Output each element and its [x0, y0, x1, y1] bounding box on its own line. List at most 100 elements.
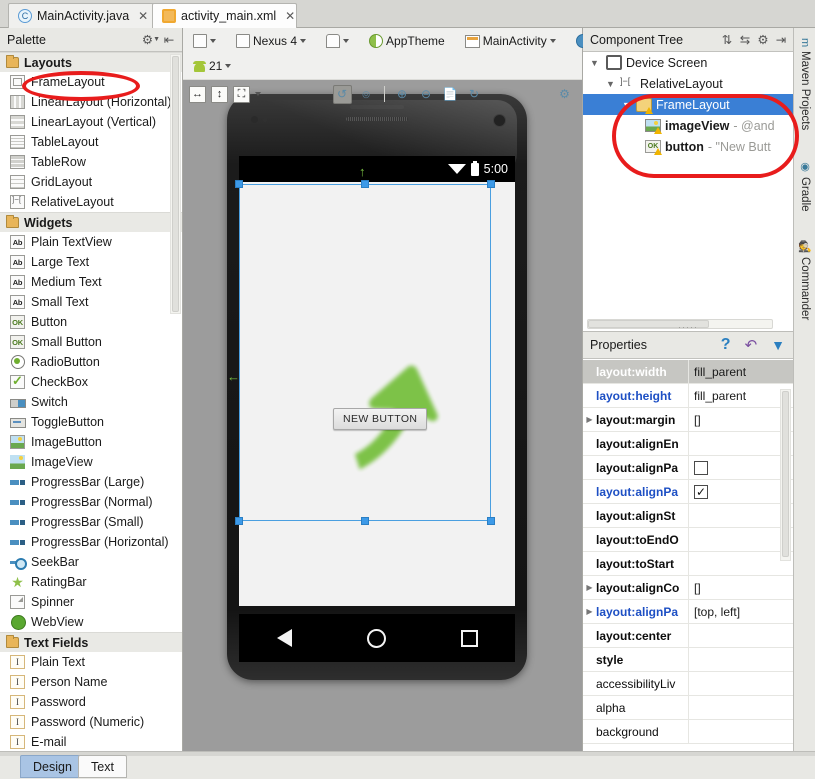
panel-resize-grip[interactable]: ·····	[678, 322, 698, 332]
property-value[interactable]	[688, 456, 793, 479]
zoom-actual-size-icon[interactable]: ◎	[357, 85, 376, 104]
tool-tab-gradle[interactable]: ◉ Gradle	[794, 156, 815, 228]
property-row[interactable]: ▶ layout:margin []	[583, 408, 793, 432]
orientation-button[interactable]	[322, 33, 353, 49]
palette-item-linearlayout-vertical[interactable]: LinearLayout (Vertical)	[0, 112, 182, 132]
property-value[interactable]	[688, 528, 793, 551]
palette-item-person-name[interactable]: I Person Name	[0, 672, 182, 692]
device-config-button[interactable]	[189, 33, 220, 49]
expand-icon[interactable]: ▶	[583, 607, 596, 616]
chevron-down-icon[interactable]: ▼	[605, 79, 616, 89]
palette-item-medium-text[interactable]: Ab Medium Text	[0, 272, 182, 292]
chevron-down-icon[interactable]: ▼	[621, 100, 632, 110]
property-value[interactable]: fill_parent	[688, 360, 793, 383]
property-value[interactable]	[688, 624, 793, 647]
palette-item-button[interactable]: OK Button	[0, 312, 182, 332]
palette-item-plain-text[interactable]: I Plain Text	[0, 652, 182, 672]
palette-item-tablelayout[interactable]: TableLayout	[0, 132, 182, 152]
theme-selector-button[interactable]: AppTheme	[365, 33, 449, 49]
palette-item-seekbar[interactable]: SeekBar	[0, 552, 182, 572]
property-row[interactable]: alpha	[583, 696, 793, 720]
expand-all-icon[interactable]: ⇅	[718, 31, 736, 49]
editor-tab-activity-main-xml[interactable]: activity_main.xml ✕	[152, 3, 297, 28]
palette-item-relativelayout[interactable]: RelativeLayout	[0, 192, 182, 212]
property-row[interactable]: layout:height fill_parent	[583, 384, 793, 408]
property-value[interactable]: []	[688, 576, 793, 599]
api-level-button[interactable]: 21	[189, 58, 235, 74]
palette-item-switch[interactable]: Switch	[0, 392, 182, 412]
checkbox-unchecked-icon[interactable]	[694, 460, 708, 475]
chevron-down-icon[interactable]: ▼	[589, 58, 600, 68]
property-row[interactable]: ▶ layout:alignPa [top, left]	[583, 600, 793, 624]
property-row[interactable]: ▶ layout:alignCo []	[583, 576, 793, 600]
palette-item-linearlayout-horizontal[interactable]: LinearLayout (Horizontal)	[0, 92, 182, 112]
palette-item-tablerow[interactable]: TableRow	[0, 152, 182, 172]
tool-tab-maven-projects[interactable]: m Maven Projects	[794, 34, 815, 146]
palette-item-plain-textview[interactable]: Ab Plain TextView	[0, 232, 182, 252]
tree-node-device-screen[interactable]: ▼ Device Screen	[583, 52, 793, 73]
resize-handle-bottom-right[interactable]	[487, 517, 495, 525]
property-row[interactable]: layout:alignSt	[583, 504, 793, 528]
property-value[interactable]	[688, 504, 793, 527]
resize-handle-bottom-center[interactable]	[361, 517, 369, 525]
palette-item-large-text[interactable]: Ab Large Text	[0, 252, 182, 272]
property-value[interactable]: ✓	[688, 480, 793, 503]
refresh-render-icon[interactable]: ↺	[332, 84, 352, 104]
gear-icon[interactable]: ⚙ ▼	[142, 31, 160, 49]
back-nav-icon[interactable]	[276, 629, 292, 647]
property-value[interactable]	[688, 696, 793, 719]
property-value[interactable]	[688, 672, 793, 695]
property-row[interactable]: layout:toStart	[583, 552, 793, 576]
property-value[interactable]	[688, 432, 793, 455]
property-row[interactable]: layout:center	[583, 624, 793, 648]
palette-item-password[interactable]: I Password	[0, 692, 182, 712]
property-row[interactable]: layout:alignPa ✓	[583, 480, 793, 504]
recents-nav-icon[interactable]	[460, 629, 478, 647]
properties-table[interactable]: layout:width fill_parent layout:height f…	[583, 360, 793, 751]
document-icon[interactable]: 📄	[441, 85, 460, 104]
palette-item-radiobutton[interactable]: RadioButton	[0, 352, 182, 372]
palette-item-small-button[interactable]: OK Small Button	[0, 332, 182, 352]
palette-item-ratingbar[interactable]: ★ RatingBar	[0, 572, 182, 592]
tab-text[interactable]: Text	[78, 755, 127, 778]
palette-item-webview[interactable]: WebView	[0, 612, 182, 632]
palette-group-widgets[interactable]: Widgets	[0, 212, 182, 232]
property-row[interactable]: layout:toEndO	[583, 528, 793, 552]
property-row[interactable]: layout:alignPa	[583, 456, 793, 480]
palette-item-spinner[interactable]: Spinner	[0, 592, 182, 612]
palette-list[interactable]: Layouts FrameLayout LinearLayout (Horizo…	[0, 52, 182, 751]
palette-item-progressbar-horizontal[interactable]: ProgressBar (Horizontal)	[0, 532, 182, 552]
palette-item-framelayout[interactable]: FrameLayout	[0, 72, 182, 92]
property-value[interactable]: [top, left]	[688, 600, 793, 623]
palette-item-progressbar-small[interactable]: ProgressBar (Small)	[0, 512, 182, 532]
resize-handle-top-center[interactable]	[361, 180, 369, 188]
home-nav-icon[interactable]	[366, 628, 386, 648]
tree-node-button[interactable]: OK button - "New Butt	[583, 136, 793, 157]
activity-selector-button[interactable]: MainActivity	[461, 33, 560, 49]
property-value[interactable]: fill_parent	[688, 384, 793, 407]
property-row[interactable]: accessibilityLiv	[583, 672, 793, 696]
gear-icon[interactable]: ⚙	[754, 31, 772, 49]
property-row[interactable]: layout:width fill_parent	[583, 360, 793, 384]
palette-scrollbar[interactable]	[170, 54, 181, 314]
palette-item-small-text[interactable]: Ab Small Text	[0, 292, 182, 312]
close-icon[interactable]: ✕	[285, 9, 295, 23]
property-value[interactable]	[688, 720, 793, 743]
fit-width-icon[interactable]: ↔	[189, 85, 206, 103]
palette-item-imageview[interactable]: ImageView	[0, 452, 182, 472]
palette-item-email[interactable]: I E-mail	[0, 732, 182, 751]
palette-item-password-numeric[interactable]: I Password (Numeric)	[0, 712, 182, 732]
zoom-to-fit-icon[interactable]: ⛶	[233, 85, 250, 103]
checkbox-checked-icon[interactable]: ✓	[694, 484, 708, 499]
collapse-all-icon[interactable]: ⇆	[736, 31, 754, 49]
device-selector-button[interactable]: Nexus 4	[232, 33, 310, 49]
design-canvas[interactable]: 5:00 NEW BUTTON ↑ ←	[183, 80, 582, 751]
properties-scrollbar[interactable]	[780, 389, 791, 561]
tree-node-relativelayout[interactable]: ▼ RelativeLayout	[583, 73, 793, 94]
palette-item-checkbox[interactable]: CheckBox	[0, 372, 182, 392]
tab-design[interactable]: Design	[20, 755, 85, 778]
hide-icon[interactable]: ⇥	[772, 31, 790, 49]
filter-icon[interactable]: ▼	[771, 337, 785, 353]
gear-icon[interactable]: ⚙	[555, 85, 574, 104]
palette-item-togglebutton[interactable]: ToggleButton	[0, 412, 182, 432]
